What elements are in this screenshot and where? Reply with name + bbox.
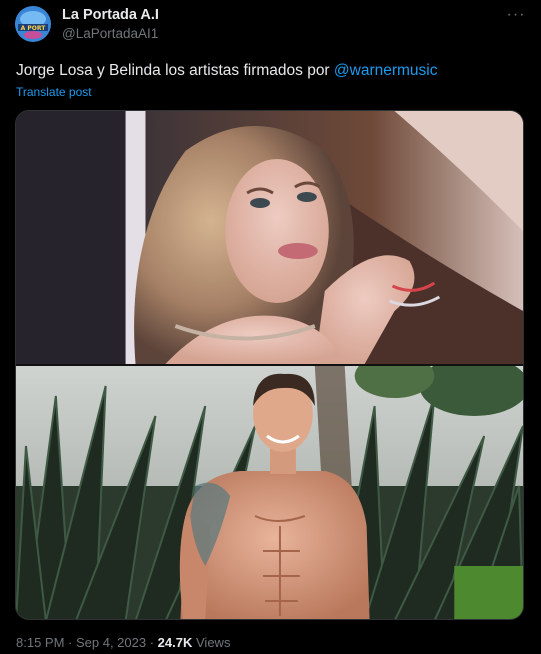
photo-man-shirtless-plants[interactable] xyxy=(16,366,523,619)
tweet-time[interactable]: 8:15 PM xyxy=(16,635,64,650)
avatar[interactable]: A PORT xyxy=(15,6,51,42)
photo-woman-portrait[interactable] xyxy=(16,111,523,364)
media-container xyxy=(15,110,524,620)
author-handle[interactable]: @LaPortadaAI1 xyxy=(62,26,158,41)
views-count: 24.7K xyxy=(157,635,193,650)
tweet-text-body: Jorge Losa y Belinda los artistas firmad… xyxy=(16,62,334,79)
tweet-date[interactable]: Sep 4, 2023 xyxy=(76,635,146,650)
photo-woman-illustration xyxy=(16,111,523,364)
mention-link[interactable]: @warnermusic xyxy=(334,62,438,79)
translate-post-link[interactable]: Translate post xyxy=(16,85,92,99)
meta-separator: · xyxy=(64,635,76,650)
tweet-text: Jorge Losa y Belinda los artistas firmad… xyxy=(16,62,438,80)
author-display-name[interactable]: La Portada A.I xyxy=(62,7,159,23)
meta-separator: · xyxy=(146,635,158,650)
avatar-logo-icon: A PORT xyxy=(15,6,51,42)
more-options-icon[interactable]: ··· xyxy=(505,6,527,24)
tweet-meta: 8:15 PM · Sep 4, 2023 · 24.7K Views xyxy=(16,635,230,650)
photo-man-illustration xyxy=(16,366,523,619)
avatar-logo-text: A PORT xyxy=(21,25,47,32)
views-label: Views xyxy=(196,635,231,650)
